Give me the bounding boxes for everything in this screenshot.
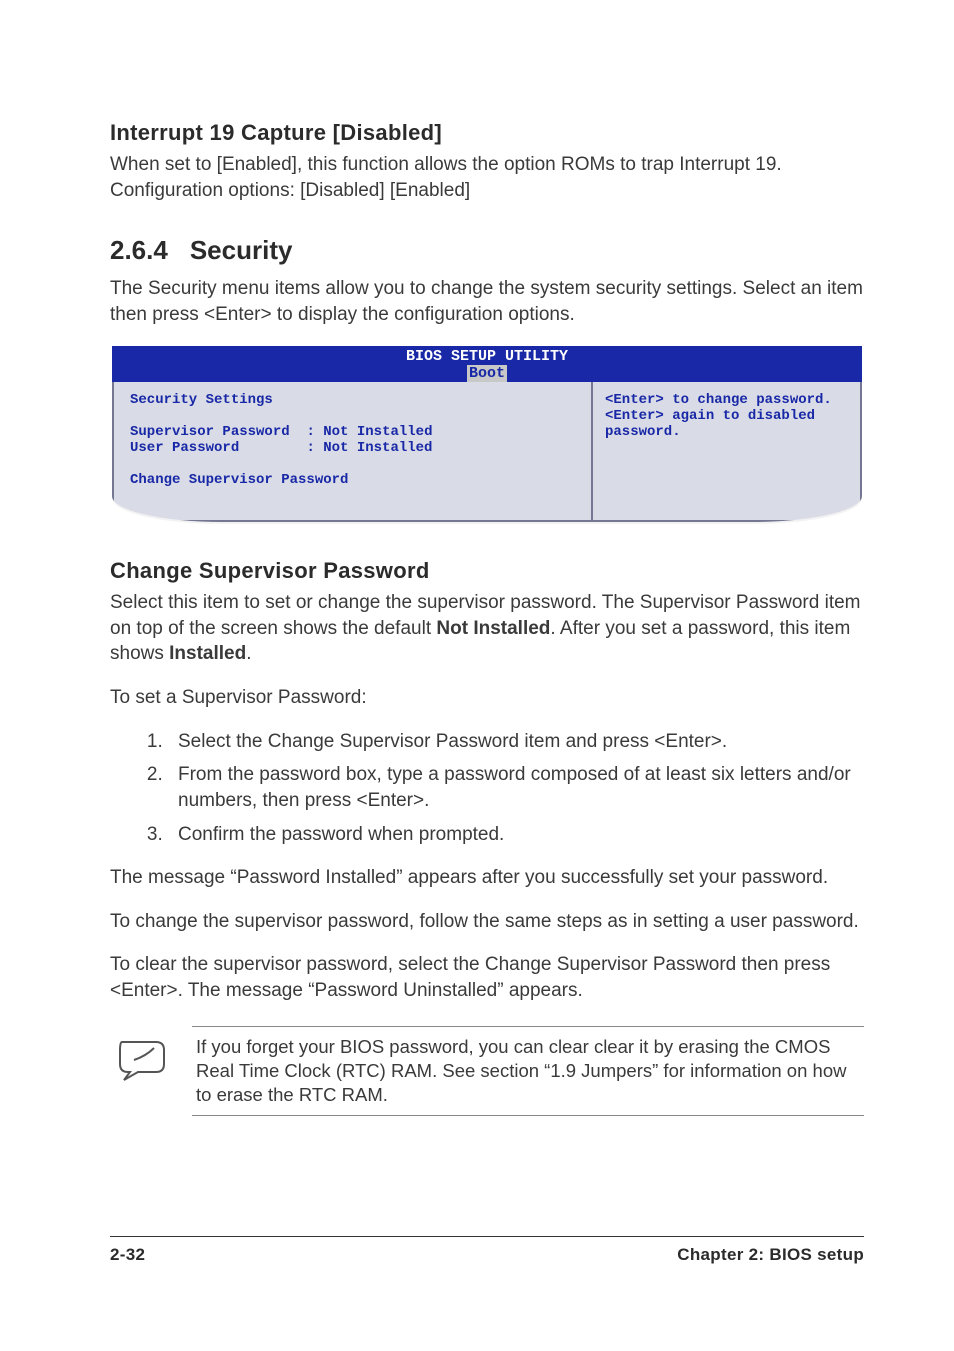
subheading-interrupt19: Interrupt 19 Capture [Disabled] <box>110 120 864 146</box>
page-number: 2-32 <box>110 1245 145 1265</box>
bios-row-supervisor: Supervisor Password : Not Installed <box>130 424 575 440</box>
subheading-change-supervisor: Change Supervisor Password <box>110 558 864 584</box>
step-1: Select the Change Supervisor Password it… <box>168 729 864 755</box>
bios-row1-label: Supervisor Password <box>130 424 290 440</box>
bios-left-title: Security Settings <box>130 392 575 408</box>
paragraph-csp-4: To change the supervisor password, follo… <box>110 909 864 935</box>
paragraph-csp-5: To clear the supervisor password, select… <box>110 952 864 1003</box>
text-run: . <box>246 643 251 664</box>
text-bold-not-installed: Not Installed <box>436 618 550 639</box>
bios-body: Security Settings Supervisor Password : … <box>112 382 862 522</box>
bios-help-pane: <Enter> to change password. <Enter> agai… <box>592 382 862 522</box>
chapter-label: Chapter 2: BIOS setup <box>677 1245 864 1265</box>
text-bold-installed: Installed <box>169 643 246 664</box>
bios-screenshot: BIOS SETUP UTILITY Boot Security Setting… <box>112 346 862 523</box>
bios-row2-value: : Not Installed <box>306 440 432 456</box>
step-3: Confirm the password when prompted. <box>168 822 864 848</box>
paragraph-csp-3: The message “Password Installed” appears… <box>110 865 864 891</box>
paragraph-csp-2: To set a Supervisor Password: <box>110 685 864 711</box>
step-2: From the password box, type a password c… <box>168 762 864 813</box>
note-icon <box>116 1036 168 1082</box>
page-footer: 2-32 Chapter 2: BIOS setup <box>110 1236 864 1265</box>
bios-row1-value: : Not Installed <box>306 424 432 440</box>
paragraph-interrupt19-body: When set to [Enabled], this function all… <box>110 152 864 203</box>
paragraph-csp-1: Select this item to set or change the su… <box>110 590 864 667</box>
heading-title: Security <box>190 235 293 265</box>
bios-left-pane: Security Settings Supervisor Password : … <box>112 382 592 522</box>
bios-row-user: User Password : Not Installed <box>130 440 575 456</box>
bios-header-title: BIOS SETUP UTILITY <box>112 348 862 365</box>
bios-header: BIOS SETUP UTILITY Boot <box>112 346 862 383</box>
heading-security: 2.6.4 Security <box>110 235 864 266</box>
note-block: If you forget your BIOS password, you ca… <box>110 1026 864 1116</box>
bios-tab-boot: Boot <box>467 365 507 382</box>
bios-help-line2: <Enter> again to disabled password. <box>605 408 848 440</box>
steps-list: Select the Change Supervisor Password it… <box>110 729 864 848</box>
heading-number: 2.6.4 <box>110 235 168 266</box>
bios-help-line1: <Enter> to change password. <box>605 392 848 408</box>
bios-row2-label: User Password <box>130 440 239 456</box>
note-text: If you forget your BIOS password, you ca… <box>192 1026 864 1116</box>
bios-change-supervisor-password: Change Supervisor Password <box>130 472 575 488</box>
paragraph-security-intro: The Security menu items allow you to cha… <box>110 276 864 327</box>
